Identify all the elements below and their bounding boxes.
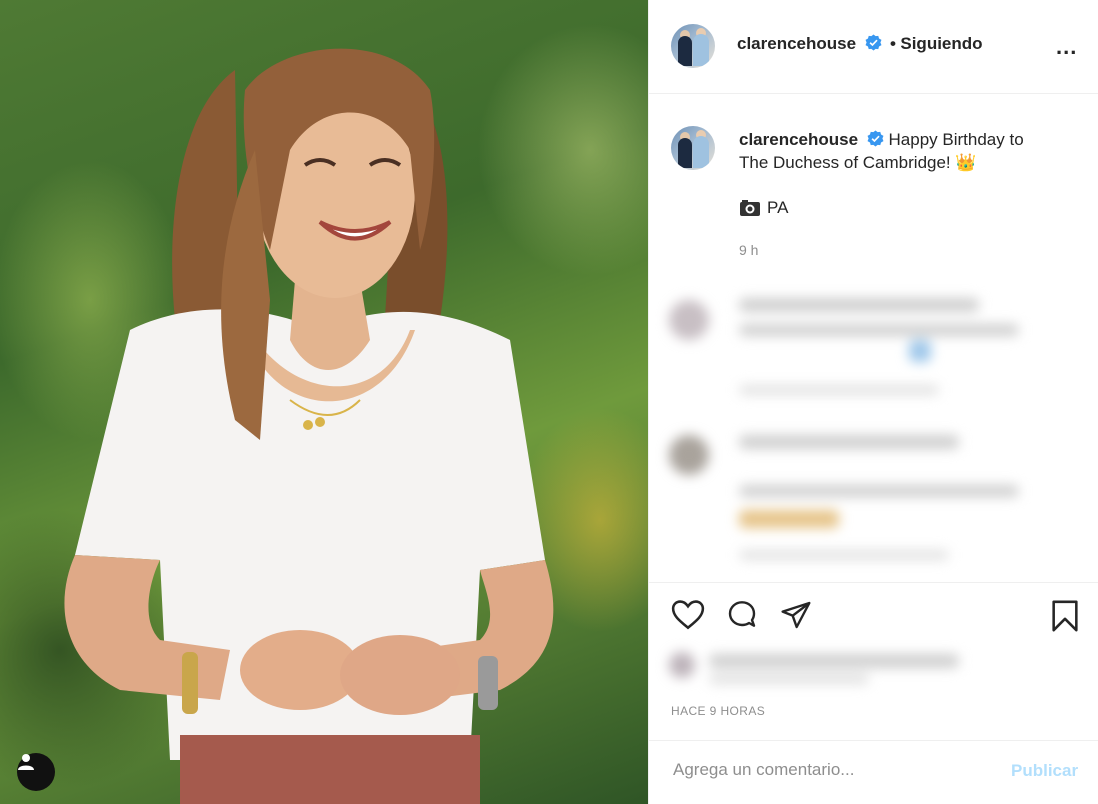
person-icon (18, 754, 34, 770)
caption-text-line1: Happy Birthday to (888, 130, 1024, 149)
comment-meta-blurred (739, 385, 939, 395)
caption-timestamp[interactable]: 9 h (739, 242, 758, 258)
follow-separator: • (889, 34, 896, 53)
publish-button[interactable]: Publicar (1011, 761, 1078, 781)
header-identity: clarencehouse • Siguiendo (737, 34, 983, 54)
camera-icon (740, 200, 760, 216)
post-date[interactable]: HACE 9 HORAS (671, 704, 765, 718)
post-caption: clarencehouse Happy Birthday to The Duch… (739, 128, 1059, 174)
comment-input[interactable] (671, 759, 995, 781)
action-bar (649, 582, 1098, 646)
following-button[interactable]: Siguiendo (900, 34, 982, 53)
heart-icon[interactable] (671, 599, 705, 631)
post-header: clarencehouse • Siguiendo ... (649, 0, 1098, 94)
photo-credit: PA (739, 198, 788, 218)
portrait-illustration (64, 48, 554, 804)
author-username[interactable]: clarencehouse (737, 34, 856, 53)
post-photo[interactable] (0, 0, 648, 804)
comment-avatar (669, 435, 709, 475)
comment-avatar (669, 300, 709, 340)
caption-username[interactable]: clarencehouse (739, 130, 858, 149)
comment-emoji-blurred (909, 340, 931, 362)
verified-badge-icon (865, 34, 881, 51)
likes-summary (659, 646, 989, 690)
tagged-user-button[interactable] (17, 753, 55, 791)
caption-author-avatar[interactable] (671, 126, 715, 170)
author-avatar[interactable] (671, 24, 715, 68)
likes-text-blurred (709, 674, 869, 684)
comment-text-blurred (739, 324, 1019, 336)
comments-list (659, 270, 1079, 570)
comment-text-blurred (739, 485, 1019, 497)
crown-emoji: 👑 (955, 153, 977, 172)
send-icon[interactable] (779, 599, 813, 631)
liker-avatar (669, 652, 695, 678)
likes-text-blurred (709, 654, 959, 668)
comment-icon[interactable] (725, 599, 759, 631)
comment-text-blurred (739, 298, 979, 312)
post-sidebar: clarencehouse • Siguiendo ... clarenceho… (648, 0, 1098, 804)
comment-form: Publicar (649, 740, 1098, 804)
photo-credit-text: PA (767, 198, 789, 217)
bookmark-icon[interactable] (1049, 599, 1081, 633)
more-options-button[interactable]: ... (1056, 34, 1077, 60)
comment-meta-blurred (739, 550, 949, 560)
comment-emoji-blurred (739, 510, 839, 528)
caption-text-line2: The Duchess of Cambridge! (739, 153, 951, 172)
comment-text-blurred (739, 435, 959, 449)
verified-badge-icon (867, 130, 884, 147)
